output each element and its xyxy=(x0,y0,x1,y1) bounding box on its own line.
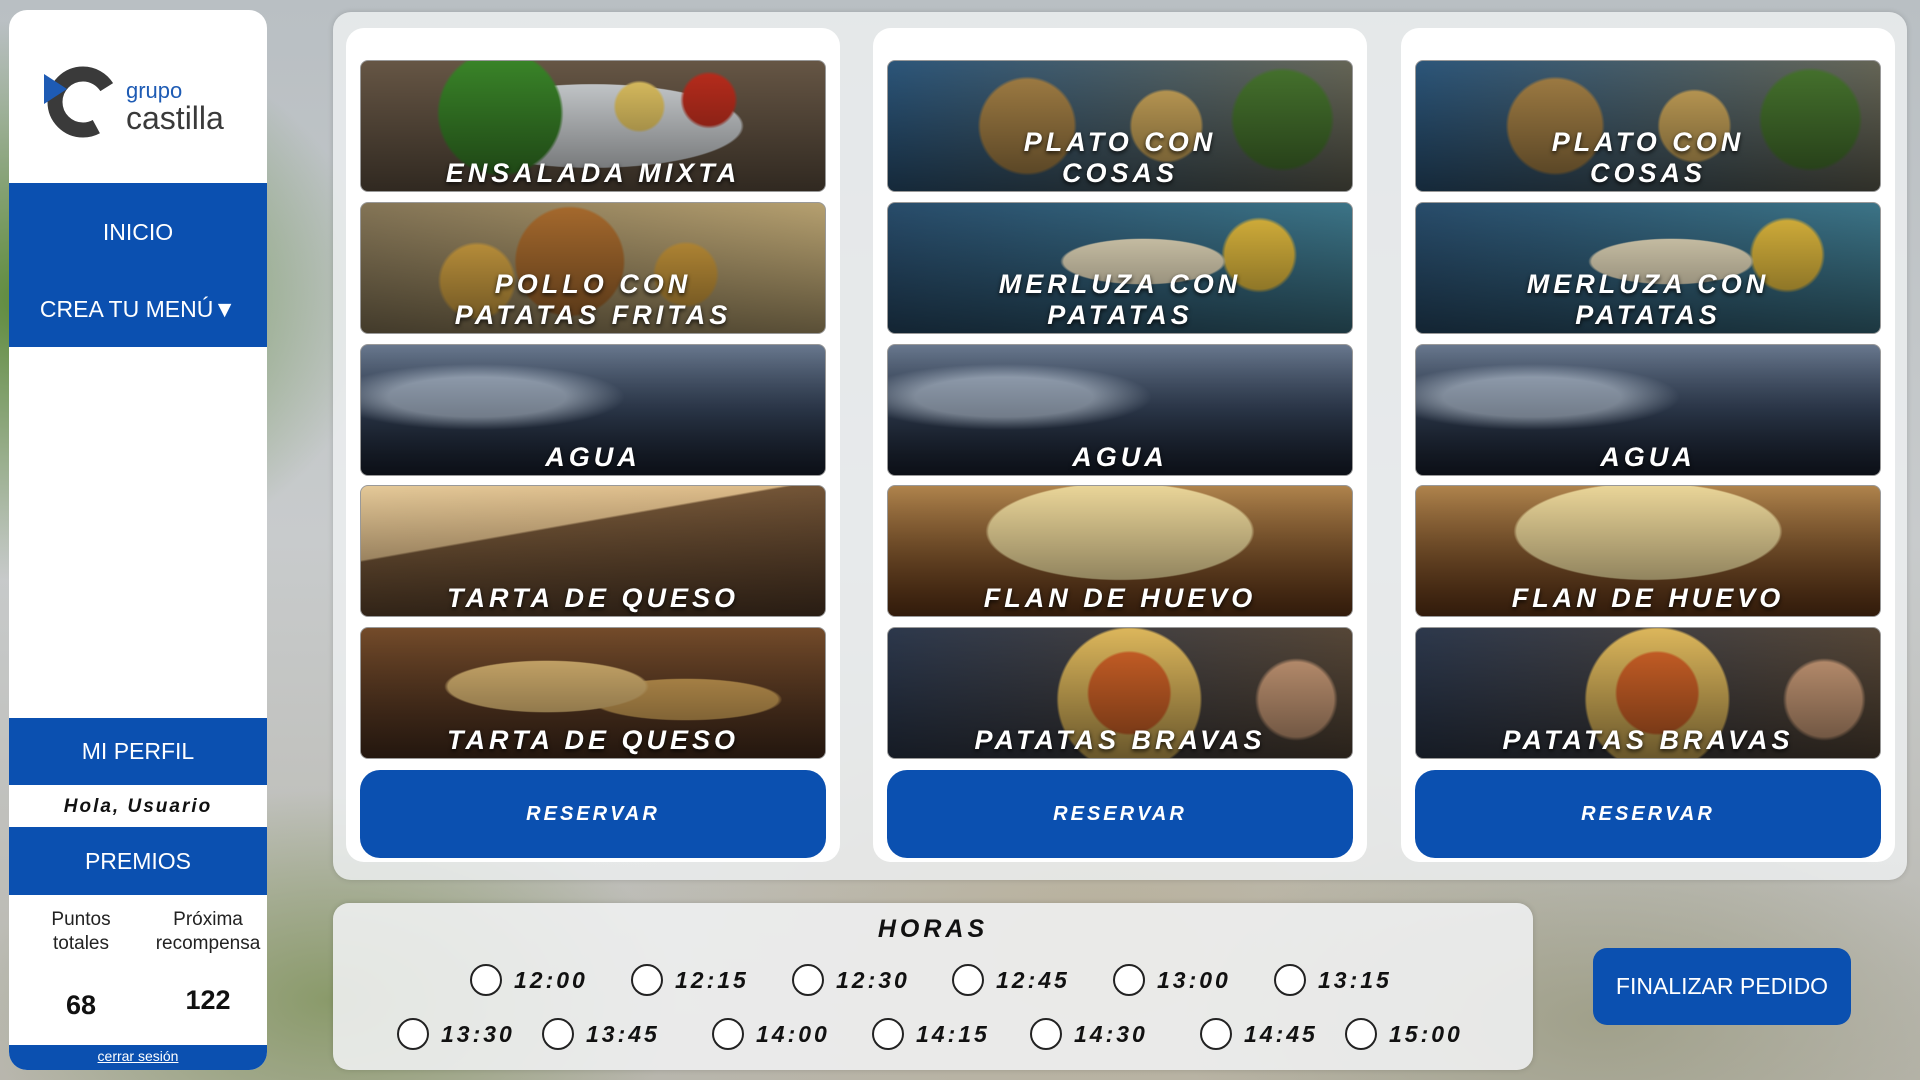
dish-name: AGUA xyxy=(545,442,641,472)
dish-name: TARTA DE QUESO xyxy=(446,583,739,613)
hours-panel: HORAS 12:00 12:15 12:30 12:45 13:00 13:1… xyxy=(333,903,1533,1070)
finalizar-pedido-button[interactable]: FINALIZAR PEDIDO xyxy=(1593,948,1851,1025)
time-slot-1345[interactable]: 13:45 xyxy=(542,1017,660,1051)
next-reward-label: Próxima recompensa xyxy=(155,909,261,954)
reservar-button[interactable]: RESERVAR xyxy=(1415,770,1881,858)
radio-button[interactable] xyxy=(872,1018,904,1050)
radio-button[interactable] xyxy=(397,1018,429,1050)
time-slot-1445[interactable]: 14:45 xyxy=(1200,1017,1318,1051)
logout-bar: cerrar sesión xyxy=(9,1045,267,1070)
dish-name: FLAN DE HUEVO xyxy=(1511,583,1785,613)
brand-logo[interactable]: grupo castilla xyxy=(41,60,251,150)
dish-name: AGUA xyxy=(1600,442,1696,472)
time-slot-1300[interactable]: 13:00 xyxy=(1113,963,1231,997)
time-slot-1215[interactable]: 12:15 xyxy=(631,963,749,997)
menu-card: ENSALADA MIXTA POLLO CON PATATAS FRITAS … xyxy=(346,28,840,862)
dish-card[interactable]: POLLO CON PATATAS FRITAS xyxy=(360,202,826,334)
time-label: 14:15 xyxy=(916,1020,990,1047)
radio-button[interactable] xyxy=(631,964,663,996)
brand-line-2: castilla xyxy=(126,100,224,136)
dish-card[interactable]: PATATAS BRAVAS xyxy=(1415,627,1881,759)
dish-card[interactable]: PATATAS BRAVAS xyxy=(887,627,1353,759)
nav-inicio[interactable]: INICIO xyxy=(9,219,267,246)
radio-button[interactable] xyxy=(952,964,984,996)
menu-card: PLATO CON COSAS MERLUZA CON PATATAS AGUA… xyxy=(1401,28,1895,862)
dish-card[interactable]: FLAN DE HUEVO xyxy=(887,485,1353,617)
dish-name: FLAN DE HUEVO xyxy=(983,583,1257,613)
time-slot-1330[interactable]: 13:30 xyxy=(397,1017,515,1051)
time-label: 13:45 xyxy=(586,1020,660,1047)
time-slot-1245[interactable]: 12:45 xyxy=(952,963,1070,997)
time-label: 14:00 xyxy=(756,1020,830,1047)
radio-button[interactable] xyxy=(1200,1018,1232,1050)
time-slot-1430[interactable]: 14:30 xyxy=(1030,1017,1148,1051)
time-label: 12:15 xyxy=(675,966,749,993)
radio-button[interactable] xyxy=(1345,1018,1377,1050)
time-slot-1315[interactable]: 13:15 xyxy=(1274,963,1392,997)
dish-name: PATATAS BRAVAS xyxy=(1502,725,1794,755)
dish-card[interactable]: PLATO CON COSAS xyxy=(1415,60,1881,192)
dish-name: MERLUZA CON PATATAS xyxy=(998,269,1242,330)
sidebar: grupo castilla INICIO CREA TU MENÚ▼ MI P… xyxy=(9,10,267,1070)
time-slot-1400[interactable]: 14:00 xyxy=(712,1017,830,1051)
grupo-castilla-logo-icon xyxy=(44,66,119,138)
hours-title: HORAS xyxy=(877,915,989,943)
dish-card[interactable]: AGUA xyxy=(360,344,826,476)
dish-card[interactable]: AGUA xyxy=(887,344,1353,476)
radio-button[interactable] xyxy=(792,964,824,996)
dish-card[interactable]: FLAN DE HUEVO xyxy=(1415,485,1881,617)
dish-card[interactable]: MERLUZA CON PATATAS xyxy=(1415,202,1881,334)
menu-card: PLATO CON COSAS MERLUZA CON PATATAS AGUA… xyxy=(873,28,1367,862)
time-label: 13:30 xyxy=(441,1020,515,1047)
radio-button[interactable] xyxy=(1113,964,1145,996)
time-slot-1500[interactable]: 15:00 xyxy=(1345,1017,1463,1051)
time-label: 12:00 xyxy=(514,966,588,993)
dish-card[interactable]: ENSALADA MIXTA xyxy=(360,60,826,192)
logout-link[interactable]: cerrar sesión xyxy=(98,1048,179,1064)
radio-button[interactable] xyxy=(1274,964,1306,996)
time-label: 15:00 xyxy=(1389,1020,1463,1047)
time-slot-1415[interactable]: 14:15 xyxy=(872,1017,990,1051)
reservar-button[interactable]: RESERVAR xyxy=(887,770,1353,858)
reservar-button[interactable]: RESERVAR xyxy=(360,770,826,858)
time-label: 14:30 xyxy=(1074,1020,1148,1047)
time-label: 12:45 xyxy=(996,966,1070,993)
menus-panel: ENSALADA MIXTA POLLO CON PATATAS FRITAS … xyxy=(333,12,1907,880)
premios-button[interactable]: PREMIOS xyxy=(9,827,267,895)
dish-name: POLLO CON PATATAS FRITAS xyxy=(454,269,732,330)
radio-button[interactable] xyxy=(542,1018,574,1050)
time-label: 12:30 xyxy=(836,966,910,993)
dish-card[interactable]: AGUA xyxy=(1415,344,1881,476)
dish-name: PLATO CON COSAS xyxy=(1551,127,1745,188)
dish-name: ENSALADA MIXTA xyxy=(445,158,741,188)
main-nav: INICIO CREA TU MENÚ▼ xyxy=(9,183,267,347)
time-label: 14:45 xyxy=(1244,1020,1318,1047)
dish-card[interactable]: MERLUZA CON PATATAS xyxy=(887,202,1353,334)
dish-card[interactable]: TARTA DE QUESO xyxy=(360,627,826,759)
dish-name: AGUA xyxy=(1072,442,1168,472)
dish-card[interactable]: TARTA DE QUESO xyxy=(360,485,826,617)
radio-button[interactable] xyxy=(712,1018,744,1050)
total-points-label: Puntos totales xyxy=(51,909,111,954)
radio-button[interactable] xyxy=(1030,1018,1062,1050)
total-points-value: 68 xyxy=(65,990,97,1020)
nav-crea-tu-menu[interactable]: CREA TU MENÚ▼ xyxy=(9,296,267,323)
time-slot-1200[interactable]: 12:00 xyxy=(470,963,588,997)
dish-name: PLATO CON COSAS xyxy=(1023,127,1217,188)
dish-name: PATATAS BRAVAS xyxy=(974,725,1266,755)
next-reward-value: 122 xyxy=(185,985,231,1015)
user-greeting: Hola, Usuario xyxy=(63,796,213,817)
time-label: 13:00 xyxy=(1157,966,1231,993)
dish-card[interactable]: PLATO CON COSAS xyxy=(887,60,1353,192)
dish-name: TARTA DE QUESO xyxy=(446,725,739,755)
time-slot-1230[interactable]: 12:30 xyxy=(792,963,910,997)
time-label: 13:15 xyxy=(1318,966,1392,993)
mi-perfil-button[interactable]: MI PERFIL xyxy=(9,718,267,785)
radio-button[interactable] xyxy=(470,964,502,996)
dish-name: MERLUZA CON PATATAS xyxy=(1526,269,1770,330)
